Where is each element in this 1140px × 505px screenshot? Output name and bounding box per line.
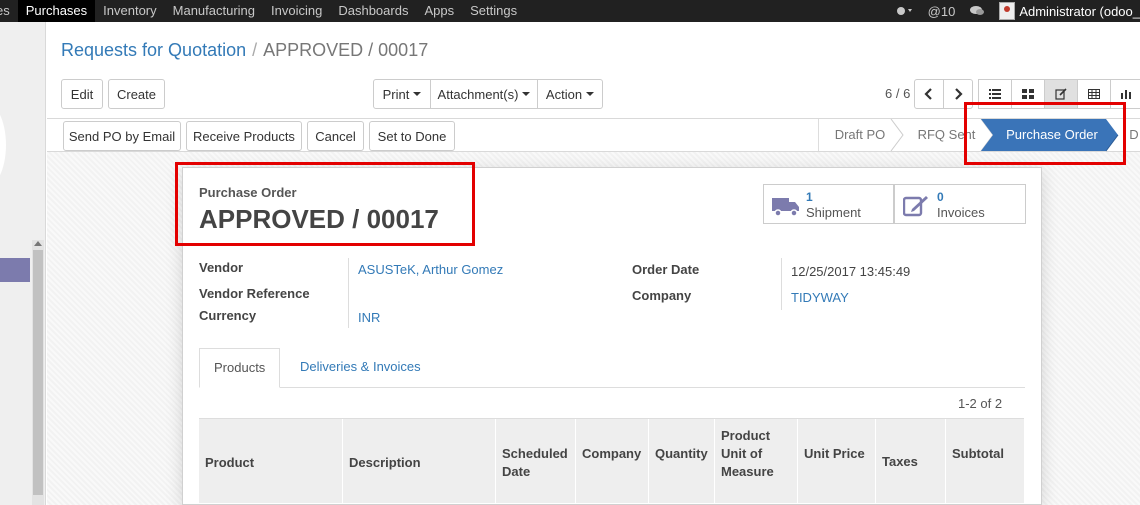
order-date-label: Order Date (632, 262, 700, 277)
currency-value[interactable]: INR (358, 310, 380, 325)
column-divider (945, 419, 946, 504)
shipment-label: Shipment (806, 205, 861, 220)
tab-products[interactable]: Products (199, 348, 281, 388)
stage-done-partial[interactable]: D (1127, 119, 1140, 151)
shipment-count: 1 (806, 190, 813, 204)
column-divider (495, 419, 496, 504)
column-divider (575, 419, 576, 504)
menu-item-manufacturing[interactable]: Manufacturing (165, 0, 263, 22)
bar-chart-icon (1121, 90, 1131, 99)
field-divider (348, 258, 349, 328)
scrollbar-thumb[interactable] (33, 250, 43, 495)
chevron-down-icon (586, 92, 595, 96)
create-button[interactable]: Create (108, 79, 165, 109)
field-divider (781, 258, 782, 310)
messages-counter[interactable]: @10 (928, 4, 956, 19)
chat-icon[interactable] (969, 5, 985, 17)
breadcrumb-parent-link[interactable]: Requests for Quotation (61, 40, 246, 60)
menu-item-settings[interactable]: Settings (462, 0, 525, 22)
send-po-by-email-button[interactable]: Send PO by Email (63, 121, 181, 151)
list-icon (989, 89, 1001, 99)
menu-item-partial[interactable]: es (0, 0, 18, 22)
column-header-company[interactable]: Company (582, 445, 641, 463)
edit-icon (1055, 88, 1067, 100)
chevron-down-icon (522, 92, 531, 96)
column-divider (714, 419, 715, 504)
set-to-done-button[interactable]: Set to Done (369, 121, 455, 151)
invoices-label: Invoices (937, 205, 985, 220)
highlight-document-name (175, 162, 475, 246)
chevron-right-icon (955, 88, 963, 100)
column-divider (342, 419, 343, 504)
receive-products-button[interactable]: Receive Products (186, 121, 302, 151)
tab-deliveries-invoices[interactable]: Deliveries & Invoices (286, 348, 435, 388)
user-menu-label[interactable]: Administrator (odoo_ (1019, 4, 1140, 19)
cancel-button[interactable]: Cancel (307, 121, 364, 151)
menu-item-dashboards[interactable]: Dashboards (330, 0, 416, 22)
edit-button[interactable]: Edit (61, 79, 103, 109)
action-dropdown[interactable]: Action (537, 79, 603, 109)
attachments-dropdown[interactable]: Attachment(s) (430, 79, 538, 109)
vendor-label: Vendor (199, 260, 244, 275)
order-date-value: 12/25/2017 13:45:49 (791, 264, 911, 279)
column-header-product[interactable]: Product (205, 454, 254, 472)
company-value[interactable]: TIDYWAY (791, 290, 849, 305)
menu-item-invoicing[interactable]: Invoicing (263, 0, 330, 22)
sidebar-scrollbar[interactable] (32, 240, 44, 505)
scroll-up-icon[interactable] (34, 241, 42, 246)
currency-label: Currency (199, 308, 257, 323)
kanban-icon (1022, 89, 1034, 99)
vendor-reference-label: Vendor Reference (199, 286, 310, 301)
debug-bug-icon[interactable] (896, 5, 914, 17)
truck-icon (772, 198, 799, 217)
column-divider (797, 419, 798, 504)
top-navbar: es Purchases Inventory Manufacturing Inv… (0, 0, 1140, 22)
column-header-taxes[interactable]: Taxes (882, 453, 918, 471)
breadcrumb: Requests for Quotation / APPROVED / 00017 (61, 40, 428, 61)
invoices-count: 0 (937, 190, 944, 204)
invoices-smart-button[interactable]: 0 Invoices (894, 184, 1026, 224)
left-sidebar (0, 22, 46, 505)
column-divider (648, 419, 649, 504)
pager-value: 6 / 6 (885, 86, 911, 101)
chevron-down-icon (413, 92, 422, 96)
menu-item-apps[interactable]: Apps (416, 0, 462, 22)
shipment-smart-button[interactable]: 1 Shipment (763, 184, 894, 224)
column-header-description[interactable]: Description (349, 454, 421, 472)
print-label: Print (382, 86, 410, 102)
highlight-active-stage (964, 102, 1126, 165)
action-label: Action (545, 86, 583, 102)
main-menu: es Purchases Inventory Manufacturing Inv… (0, 0, 525, 22)
chevron-left-icon (924, 88, 932, 100)
attachments-label: Attachment(s) (437, 86, 519, 102)
column-header-quantity[interactable]: Quantity (655, 445, 708, 463)
edit-icon (903, 196, 928, 217)
menu-item-purchases[interactable]: Purchases (17, 0, 96, 22)
sidebar-logo (0, 100, 6, 190)
column-divider (875, 419, 876, 504)
notebook-tabs: Products Deliveries & Invoices (199, 348, 1025, 388)
record-count: 1-2 of 2 (958, 396, 1003, 411)
sidebar-selected-item[interactable] (0, 258, 30, 282)
user-avatar[interactable] (999, 2, 1016, 20)
company-label: Company (632, 288, 692, 303)
breadcrumb-current: APPROVED / 00017 (263, 40, 429, 60)
table-icon (1088, 89, 1100, 99)
order-lines-table-header: Product Description Scheduled Date Compa… (199, 418, 1024, 504)
column-header-unit-of-measure[interactable]: Product Unit of Measure (721, 427, 791, 481)
column-header-subtotal[interactable]: Subtotal (952, 445, 1004, 463)
column-header-unit-price[interactable]: Unit Price (804, 445, 865, 463)
breadcrumb-separator: / (252, 40, 258, 60)
pager-previous-button[interactable] (914, 79, 944, 109)
menu-item-inventory[interactable]: Inventory (95, 0, 164, 22)
print-dropdown[interactable]: Print (373, 79, 431, 109)
vendor-value[interactable]: ASUSTeK, Arthur Gomez (358, 262, 503, 277)
stage-draft-po[interactable]: Draft PO (825, 119, 895, 151)
column-header-scheduled-date[interactable]: Scheduled Date (502, 445, 572, 481)
